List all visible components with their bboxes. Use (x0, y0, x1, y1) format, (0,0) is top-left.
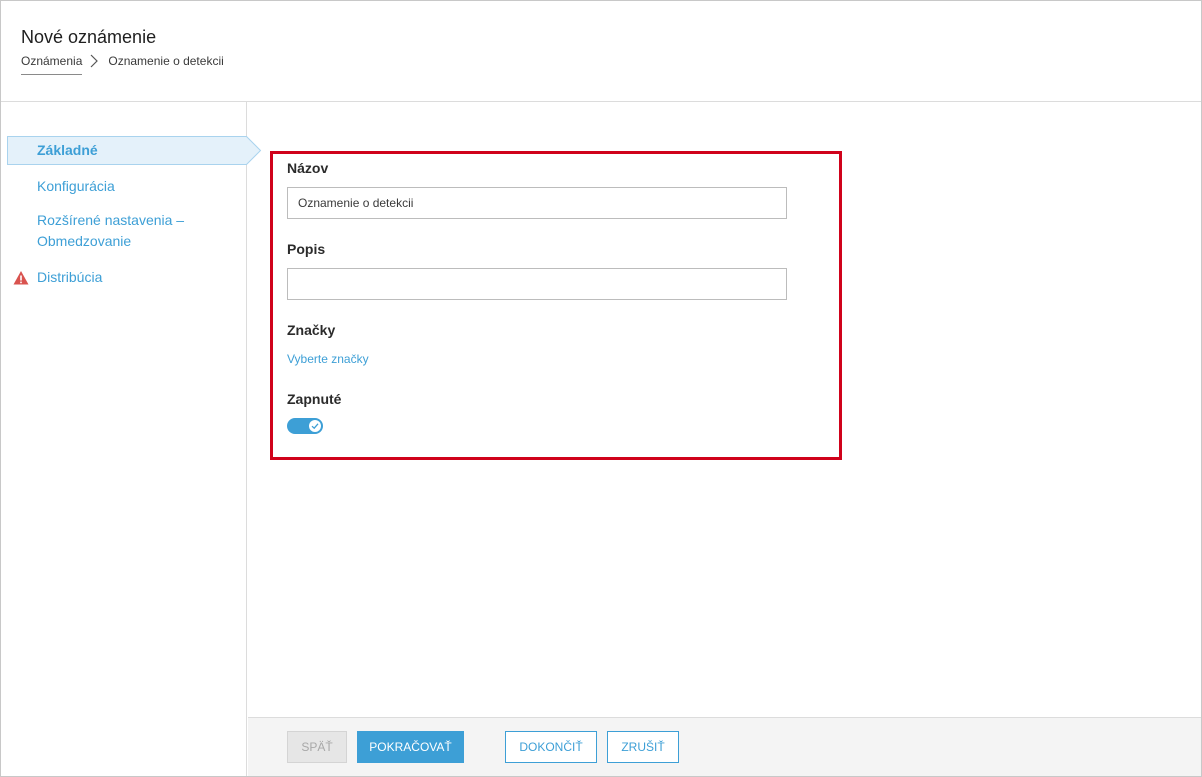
cancel-button[interactable]: ZRUŠIŤ (607, 731, 679, 763)
sidebar-item-label: Základné (37, 142, 98, 158)
name-input[interactable] (287, 187, 787, 219)
tags-label: Značky (287, 322, 336, 338)
enabled-toggle[interactable] (287, 418, 323, 434)
toggle-knob (309, 420, 321, 432)
select-tags-link[interactable]: Vyberte značky (287, 352, 369, 366)
warning-icon (13, 270, 29, 286)
wizard-sidebar: Základné Konfigurácia Rozšírené nastaven… (1, 102, 262, 776)
sidebar-item-label-line2: Obmedzovanie (37, 233, 132, 249)
sidebar-item-label: Rozšírené nastavenia – (37, 212, 185, 228)
description-input[interactable] (287, 268, 787, 300)
back-button[interactable]: SPÄŤ (287, 731, 347, 763)
breadcrumb-current: Oznamenie o detekcii (108, 54, 224, 68)
sidebar-item-distribution[interactable]: Distribúcia (37, 267, 102, 288)
breadcrumb-link-notifications[interactable]: Oznámenia (21, 54, 83, 75)
sidebar-item-basic[interactable]: Základné (7, 136, 262, 165)
window-frame: Nové oznámenie Oznámenia Oznamenie o det… (0, 0, 1202, 777)
check-icon (311, 423, 319, 430)
continue-button[interactable]: POKRAČOVAŤ (357, 731, 464, 763)
sidebar-item-advanced-settings[interactable]: Rozšírené nastavenia – Obmedzovanie (37, 210, 184, 252)
name-label: Názov (287, 160, 329, 176)
page-title: Nové oznámenie (21, 27, 157, 47)
breadcrumb: Oznámenia Oznamenie o detekcii (21, 54, 224, 78)
chevron-right-icon (88, 54, 106, 68)
sidebar-item-configuration[interactable]: Konfigurácia (37, 176, 115, 197)
enabled-label: Zapnuté (287, 391, 342, 407)
page-header: Nové oznámenie Oznámenia Oznamenie o det… (1, 1, 1201, 102)
finish-button[interactable]: DOKONČIŤ (505, 731, 597, 763)
description-label: Popis (287, 241, 326, 257)
